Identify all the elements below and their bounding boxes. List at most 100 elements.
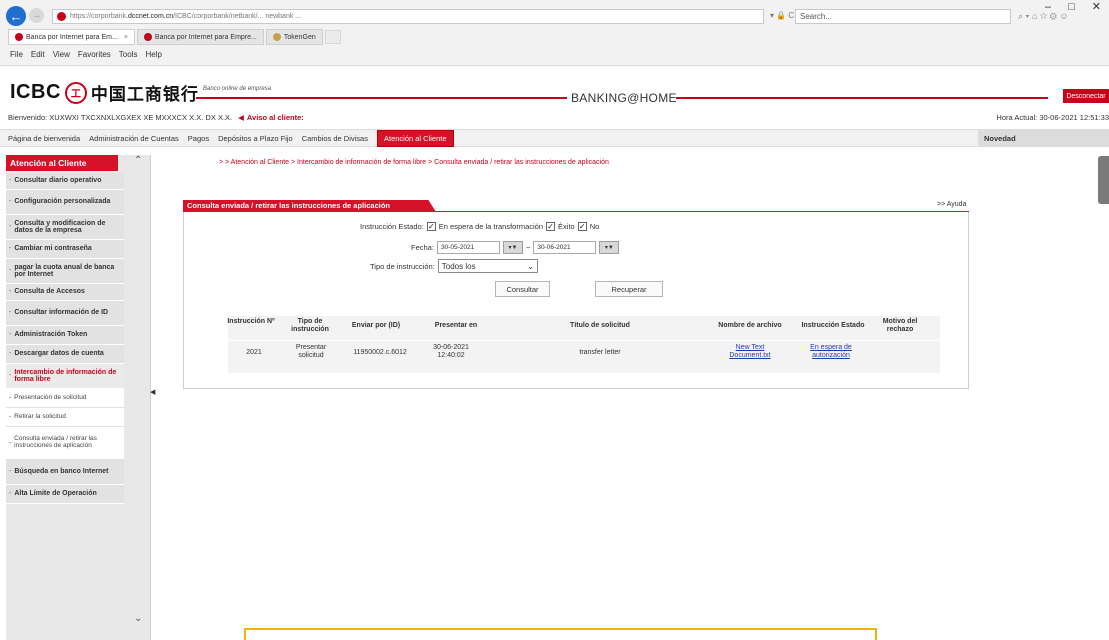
browser-search-input[interactable]: Search... [795,9,1011,24]
sidebar-item-label: Configuración personalizada [14,198,111,206]
date-label: Fecha: [411,243,434,252]
bullet-dash-icon: - [9,288,12,296]
news-panel-header[interactable]: Novedad [978,130,1109,146]
welcome-line: Bienvenido: XUXWXI TXCXNXLXGXEX XE MXXXC… [8,113,304,122]
type-label: Tipo de instrucción: [370,261,435,271]
date-from-input[interactable]: 30-05-2021 [436,241,500,254]
nav-customer-service[interactable]: Atención al Cliente [376,130,454,147]
customer-notice-link[interactable]: Aviso al cliente: [247,113,304,122]
checkbox-success[interactable]: ✓ [546,222,556,231]
menu-view[interactable]: View [53,50,70,59]
help-link[interactable]: >> Ayuda [937,201,966,208]
menu-file[interactable]: File [10,50,23,59]
sidebar-item[interactable]: - Intercambio de información de forma lib… [6,364,124,389]
back-arrow-icon[interactable]: ← [6,6,26,26]
recover-button[interactable]: Recuperar [595,281,663,297]
col-header-status: Instrucción Estado [801,322,865,329]
chevron-down-icon: ⌄ [527,261,534,271]
bullet-dash-icon: - [9,393,12,401]
bullet-dash-icon: - [9,267,12,275]
side-panel-toggle[interactable] [1098,156,1109,204]
close-window-icon[interactable]: ✕ [1092,1,1101,13]
logout-button[interactable]: Desconectar [1063,89,1109,103]
sidebar-item-label: Descargar datos de cuenta [14,350,104,358]
menu-help[interactable]: Help [145,50,161,59]
address-tools-icons[interactable]: ▾ 🔒 C [770,11,794,20]
option-no-label: No [589,222,600,231]
sidebar-item[interactable]: - Descargar datos de cuenta [6,345,124,364]
main-nav: Página de bienvenida Administración de C… [0,129,1109,147]
nav-accounts[interactable]: Administración de Cuentas [89,134,179,143]
sidebar-item-label: Consulta y modificacion de datos de la e… [14,219,106,234]
checkbox-pending[interactable]: ✓ [426,222,436,231]
nav-welcome[interactable]: Página de bienvenida [8,134,80,143]
sidebar-subitem[interactable]: - Presentación de solicitud [6,389,124,408]
sidebar-item[interactable]: - Consultar información de ID [6,301,124,326]
browser-tab[interactable]: TokenGen [265,29,323,45]
calendar-from-icon[interactable]: ▾▼ [502,241,523,254]
bullet-dash-icon: - [9,198,12,206]
collapse-sidebar-icon[interactable]: ◀ [150,388,155,396]
nav-payments[interactable]: Pagos [188,134,209,143]
calendar-to-icon[interactable]: ▾▼ [599,241,620,254]
address-bar[interactable]: https://corporbank .dccnet.com.cn/ICBC/co… [52,9,764,24]
option-success-label: Éxito [558,222,575,231]
status-filter-row: Instrucción Estado: ✓ En espera de la tr… [360,222,599,231]
current-time: Hora Actual: 30-06-2021 12:51:33 [996,113,1109,122]
browser-tab[interactable]: Banca por Internet para Empre... [136,29,264,45]
sidebar-item[interactable]: - Búsqueda en banco Internet [6,460,124,485]
minimize-icon[interactable]: – [1045,1,1051,13]
sidebar-item-label: Consultar información de ID [14,309,109,317]
sidebar-item-label: Retirar la solicitud [14,412,66,420]
sidebar-item-label: pagar la cuota anual de banca por Intern… [14,263,115,278]
alert-triangle-icon: ◀ [238,113,244,122]
file-download-link[interactable]: New Text Document.txt [722,344,778,360]
bullet-dash-icon: - [9,468,12,476]
col-header-number: Instrucción Nº [227,318,275,325]
cell-submitted: 30-06-2021 12:40:02 [433,344,469,360]
sidebar-item[interactable]: - Consulta de Accesos [6,284,124,301]
menu-favorites[interactable]: Favorites [78,50,111,59]
sidebar-item[interactable]: - Alta Límite de Operación [6,485,124,504]
close-tab-icon[interactable]: × [124,34,128,41]
status-filter-label: Instrucción Estado: [360,222,424,231]
chevron-down-icon[interactable]: ⌄ [134,613,142,624]
nav-deposits[interactable]: Depósitos a Plazo Fijo [218,134,293,143]
file-link-text[interactable]: New Text Document.txt [729,344,770,359]
sidebar-item[interactable]: - Consulta y modificacion de datos de la … [6,215,124,240]
nav-currency-exchange[interactable]: Cambios de Divisas [302,134,368,143]
sidebar-subitem[interactable]: - Consulta enviada / retirar las instrucc… [6,427,124,460]
chevron-up-icon[interactable]: ⌃ [134,155,142,166]
col-header-reason: Motivo del rechazo [882,318,918,334]
sidebar-item[interactable]: - Cambiar mi contraseña [6,240,124,259]
menu-tools[interactable]: Tools [119,50,138,59]
header-divider [196,97,567,99]
consult-button[interactable]: Consultar [495,281,550,297]
new-tab-button[interactable] [324,30,341,44]
menu-edit[interactable]: Edit [31,50,45,59]
status-link[interactable]: En espera de autorización [799,344,863,360]
sidebar-item[interactable]: - Configuración personalizada [6,190,124,215]
sidebar-item[interactable]: - pagar la cuota anual de banca por Inter… [6,259,124,284]
bullet-dash-icon: - [9,438,12,446]
maximize-icon[interactable]: □ [1068,1,1075,13]
sidebar-subitem[interactable]: - Retirar la solicitud [6,408,124,427]
sidebar-item-label: Administración Token [14,331,88,339]
sidebar-item[interactable]: - Consultar diario operativo [6,173,124,190]
checkbox-no[interactable]: ✓ [577,222,587,231]
window-controls: – □ ✕ [1031,0,1101,13]
col-header-file: Nombre de archivo [718,322,782,329]
instruction-type-select[interactable]: Todos los ⌄ [437,259,538,273]
tab-label: Banca por Internet para Empre... [154,33,257,41]
sidebar-item[interactable]: - Administración Token [6,326,124,345]
forward-arrow-icon[interactable]: → [29,8,44,23]
notice-bar [244,628,877,640]
date-to-input[interactable]: 30-06-2021 [533,241,597,254]
browser-tab[interactable]: Banca por Internet para Em... × [8,29,135,45]
bullet-dash-icon: - [9,331,12,339]
col-header-sent-by: Enviar por (ID) [351,322,401,329]
token-favicon-icon [272,33,281,41]
status-link-text[interactable]: En espera de autorización [810,344,852,359]
icbc-logo: ICBC 工 中国工商银行 [10,80,199,105]
tab-label: TokenGen [283,33,316,41]
